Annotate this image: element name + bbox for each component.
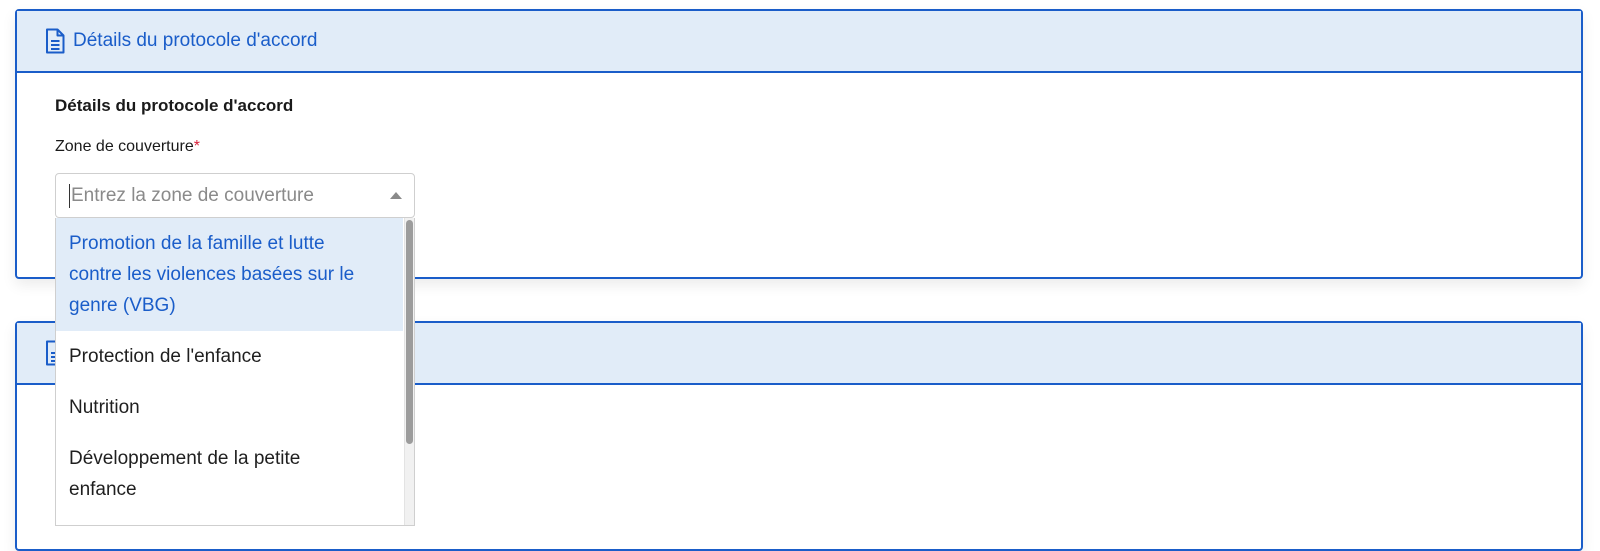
coverage-zone-dropdown[interactable]: Promotion de la famille et lutte contre … (55, 218, 415, 526)
section-title: Détails du protocole d'accord (55, 96, 294, 115)
dropdown-scrollbar[interactable] (404, 218, 414, 525)
coverage-zone-input[interactable] (71, 184, 371, 207)
dropdown-option[interactable]: Nutrition (56, 382, 403, 433)
card-title: Détails du protocole d'accord (73, 30, 318, 51)
dropdown-option[interactable]: Protection de l'enfance (56, 331, 403, 382)
coverage-zone-select[interactable] (55, 173, 415, 218)
coverage-zone-label: Zone de couverture* (55, 138, 200, 156)
dropdown-option[interactable]: Promotion de la famille et lutte contre … (56, 218, 403, 331)
caret-up-icon[interactable] (390, 192, 402, 199)
required-marker: * (193, 138, 200, 155)
dropdown-option[interactable]: Développement de la petite enfance (56, 433, 403, 515)
coverage-zone-label-text: Zone de couverture (55, 138, 194, 155)
document-icon (45, 28, 65, 54)
card-header: Détails du protocole d'accord (17, 11, 1581, 73)
text-caret (69, 183, 70, 208)
scrollbar-thumb[interactable] (406, 220, 413, 444)
